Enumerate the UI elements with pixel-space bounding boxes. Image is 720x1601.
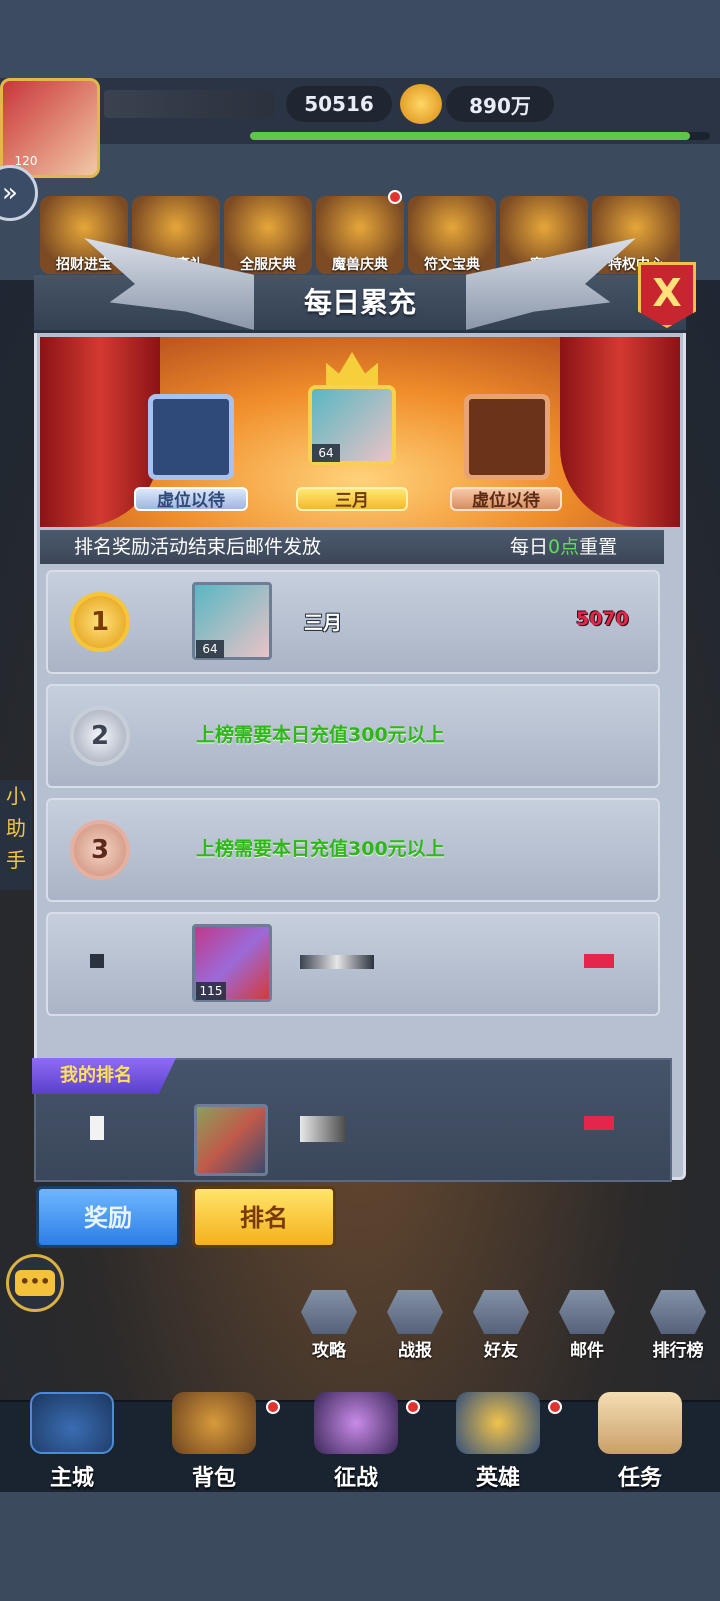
quick-link-leaderboard[interactable]: 排行榜 — [638, 1290, 718, 1361]
tab-rank[interactable]: 排名 — [192, 1186, 336, 1248]
event-label: 魔兽庆典 — [332, 257, 388, 273]
chevron-right-icon: » — [2, 178, 18, 208]
podium-slot-2-label: 虚位以待 — [134, 487, 248, 511]
bronze-medal-icon: 3 — [70, 820, 130, 880]
player-name-redacted — [104, 90, 274, 118]
gold-counter: 890万 — [446, 86, 554, 122]
rank-2-requirement: 上榜需要本日充值300元以上 — [196, 724, 445, 746]
book-icon — [301, 1290, 357, 1334]
chest-icon — [172, 1392, 256, 1454]
rank-4-level: 115 — [196, 982, 226, 1000]
event-label: 全服庆典 — [240, 257, 296, 273]
castle-icon — [30, 1392, 114, 1454]
chat-button[interactable]: ••• — [6, 1254, 64, 1312]
nav-label: 任务 — [617, 1466, 662, 1491]
scroll-icon — [598, 1392, 682, 1454]
podium-slot-1-level: 64 — [312, 444, 340, 462]
nav-label: 背包 — [191, 1466, 236, 1491]
modal-title: 每日累充 — [303, 286, 416, 319]
right-curtain — [560, 337, 680, 527]
my-rank-position-redacted — [90, 1116, 104, 1140]
nav-backpack[interactable]: 背包 — [144, 1392, 284, 1492]
podium-slot-2-frame[interactable] — [148, 394, 234, 480]
quick-link-battle-report[interactable]: 战报 — [380, 1290, 450, 1361]
battle-orb-icon — [314, 1392, 398, 1454]
rank-3-requirement: 上榜需要本日充值300元以上 — [196, 838, 445, 860]
notification-dot — [388, 190, 402, 204]
leaderboard-icon — [650, 1290, 706, 1334]
nav-heroes[interactable]: 英雄 — [428, 1392, 568, 1492]
event-icon[interactable]: 符文宝典 — [408, 196, 496, 274]
notification-dot — [548, 1400, 562, 1414]
quick-link-label: 好友 — [484, 1341, 518, 1361]
rank-1-name: 三月 — [304, 612, 343, 634]
friends-icon — [473, 1290, 529, 1334]
event-icon[interactable]: 魔兽庆典 — [316, 196, 404, 274]
silver-medal-icon: 2 — [70, 706, 130, 766]
rank-4-score-redacted — [584, 954, 614, 968]
podium-slot-3-frame[interactable] — [464, 394, 550, 480]
reset-time: 0点 — [548, 536, 580, 558]
rank-row-1[interactable] — [46, 570, 660, 674]
nav-main-city[interactable]: 主城 — [2, 1392, 142, 1492]
podium-slot-3-label: 虚位以待 — [450, 487, 562, 511]
quick-link-mail[interactable]: 邮件 — [552, 1290, 622, 1361]
quick-link-guide[interactable]: 攻略 — [294, 1290, 364, 1361]
rank-4-position-redacted — [90, 954, 104, 968]
gold-medal-icon: 1 — [70, 592, 130, 652]
nav-label: 英雄 — [475, 1466, 520, 1491]
rank-1-score: 5070 — [576, 608, 629, 630]
system-nav-area — [0, 1492, 720, 1601]
quick-link-label: 邮件 — [570, 1341, 604, 1361]
gold-coin-icon[interactable] — [400, 84, 442, 124]
status-bar — [0, 0, 720, 78]
quick-link-label: 战报 — [398, 1341, 432, 1361]
my-score-redacted — [584, 1116, 614, 1130]
podium-slot-1-label: 三月 — [296, 487, 408, 511]
close-icon: X — [652, 271, 682, 315]
tab-reward[interactable]: 奖励 — [36, 1186, 180, 1248]
nav-tasks[interactable]: 任务 — [570, 1392, 710, 1492]
reset-notice: 每日0点重置 — [510, 533, 617, 561]
rank-1-level: 64 — [196, 640, 224, 658]
my-name-redacted — [300, 1116, 346, 1142]
report-icon — [387, 1290, 443, 1334]
quick-link-friends[interactable]: 好友 — [466, 1290, 536, 1361]
mail-icon — [559, 1290, 615, 1334]
helmet-icon — [456, 1392, 540, 1454]
quick-link-label: 排行榜 — [652, 1341, 704, 1361]
reset-suffix: 重置 — [579, 536, 618, 558]
event-icon[interactable]: 全服庆典 — [224, 196, 312, 274]
xp-bar-fill — [250, 132, 690, 140]
rank-4-name-redacted — [300, 955, 374, 969]
event-label: 符文宝典 — [424, 257, 480, 273]
chat-bubble-icon: ••• — [15, 1270, 55, 1296]
reward-notice: 排名奖励活动结束后邮件发放 — [74, 536, 322, 558]
nav-label: 主城 — [49, 1466, 94, 1491]
quick-link-label: 攻略 — [312, 1341, 346, 1361]
my-rank-tag: 我的排名 — [32, 1058, 176, 1094]
notification-dot — [266, 1400, 280, 1414]
notification-dot — [406, 1400, 420, 1414]
nav-label: 征战 — [333, 1466, 378, 1491]
my-avatar[interactable] — [194, 1104, 268, 1176]
stamina-counter: 50516 — [286, 86, 392, 122]
reset-prefix: 每日 — [510, 536, 549, 558]
side-helper-tab[interactable]: 小助手 — [0, 780, 32, 890]
nav-campaign[interactable]: 征战 — [286, 1392, 426, 1492]
